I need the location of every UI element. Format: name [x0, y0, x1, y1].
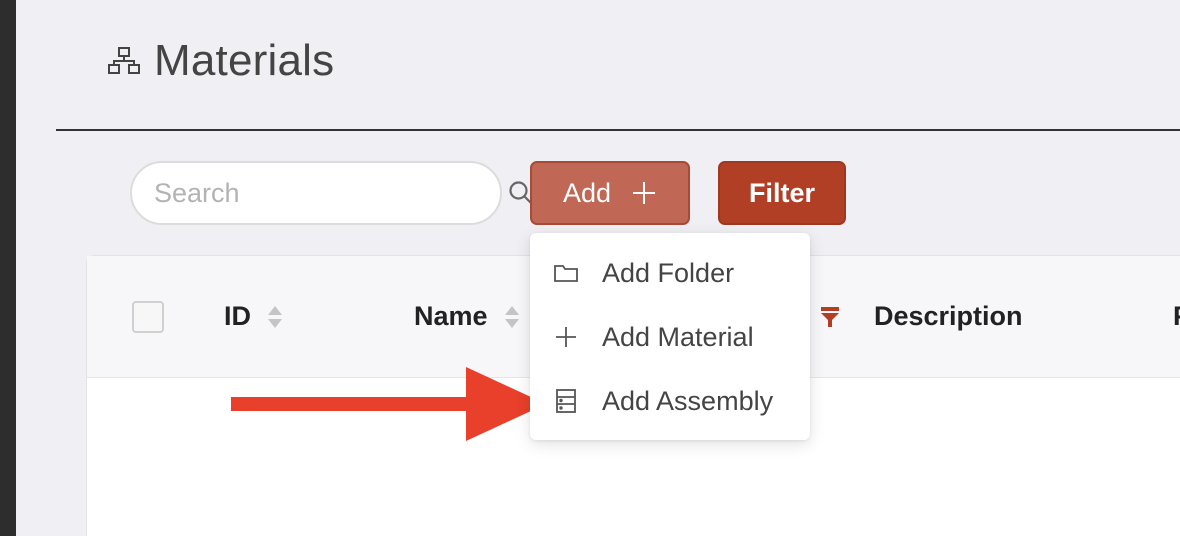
filter-button[interactable]: Filter [718, 161, 846, 225]
search-input[interactable] [154, 177, 508, 209]
assembly-icon [552, 387, 580, 415]
plus-icon [552, 323, 580, 351]
column-label: Name [414, 301, 488, 331]
plus-icon [631, 180, 657, 206]
sort-icon[interactable] [267, 303, 283, 331]
column-label: ID [224, 301, 251, 331]
page-header: Materials [106, 36, 334, 86]
menu-item-label: Add Assembly [602, 385, 774, 416]
window-edge [0, 0, 16, 536]
funnel-icon[interactable] [820, 306, 840, 328]
annotation-arrow [231, 367, 546, 441]
column-header-id[interactable]: ID [224, 301, 283, 332]
menu-item-add-folder[interactable]: Add Folder [530, 241, 810, 305]
menu-item-add-assembly[interactable]: Add Assembly [530, 369, 810, 433]
menu-item-add-material[interactable]: Add Material [530, 305, 810, 369]
menu-item-label: Add Material [602, 321, 754, 352]
column-header-name[interactable]: Name [414, 301, 520, 332]
search-box[interactable] [130, 161, 533, 225]
add-button-label: Add [562, 177, 612, 208]
column-header-description[interactable]: Description [874, 301, 1023, 332]
page-title: Materials [154, 36, 335, 85]
column-header-truncated[interactable]: P [1173, 301, 1180, 332]
folder-icon [552, 259, 580, 287]
add-dropdown-menu: Add Folder Add Material Add Assembly [530, 233, 810, 440]
sort-icon[interactable] [504, 303, 520, 331]
hierarchy-icon [106, 43, 142, 79]
column-label: Description [874, 301, 1023, 331]
column-label: P [1173, 301, 1180, 332]
header-divider [56, 129, 1180, 131]
add-button[interactable]: Add [530, 161, 690, 225]
select-all-checkbox[interactable] [132, 301, 164, 333]
menu-item-label: Add Folder [602, 257, 735, 288]
